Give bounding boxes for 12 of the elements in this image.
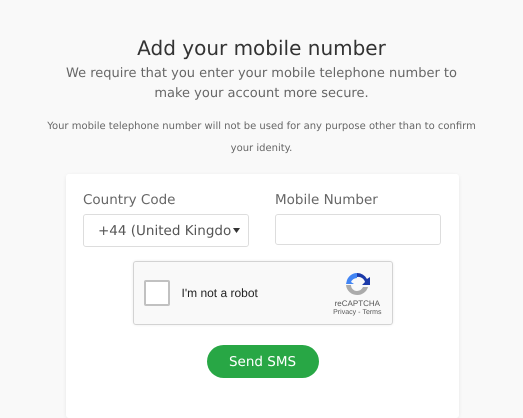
country-select[interactable]: +44 (United Kingdo (83, 214, 249, 247)
recaptcha-logo-icon (343, 270, 372, 298)
caret-icon (233, 228, 240, 233)
captcha-checkbox[interactable] (144, 280, 170, 306)
captcha-brand: reCAPTCHA (334, 299, 380, 308)
privacy-note: Your mobile telephone number will not be used for any purpose other than to confirm your idenity. (46, 120, 476, 156)
captcha-label: I'm not a robot (182, 286, 259, 300)
field-label: Country Code (83, 192, 176, 208)
intro-text: We require that you enter your mobile telephone number to make your account more secure. (65, 65, 458, 103)
mobile-input[interactable] (275, 214, 441, 245)
page-title: Add your mobile number (137, 36, 386, 60)
field-label: Mobile Number (275, 192, 379, 208)
